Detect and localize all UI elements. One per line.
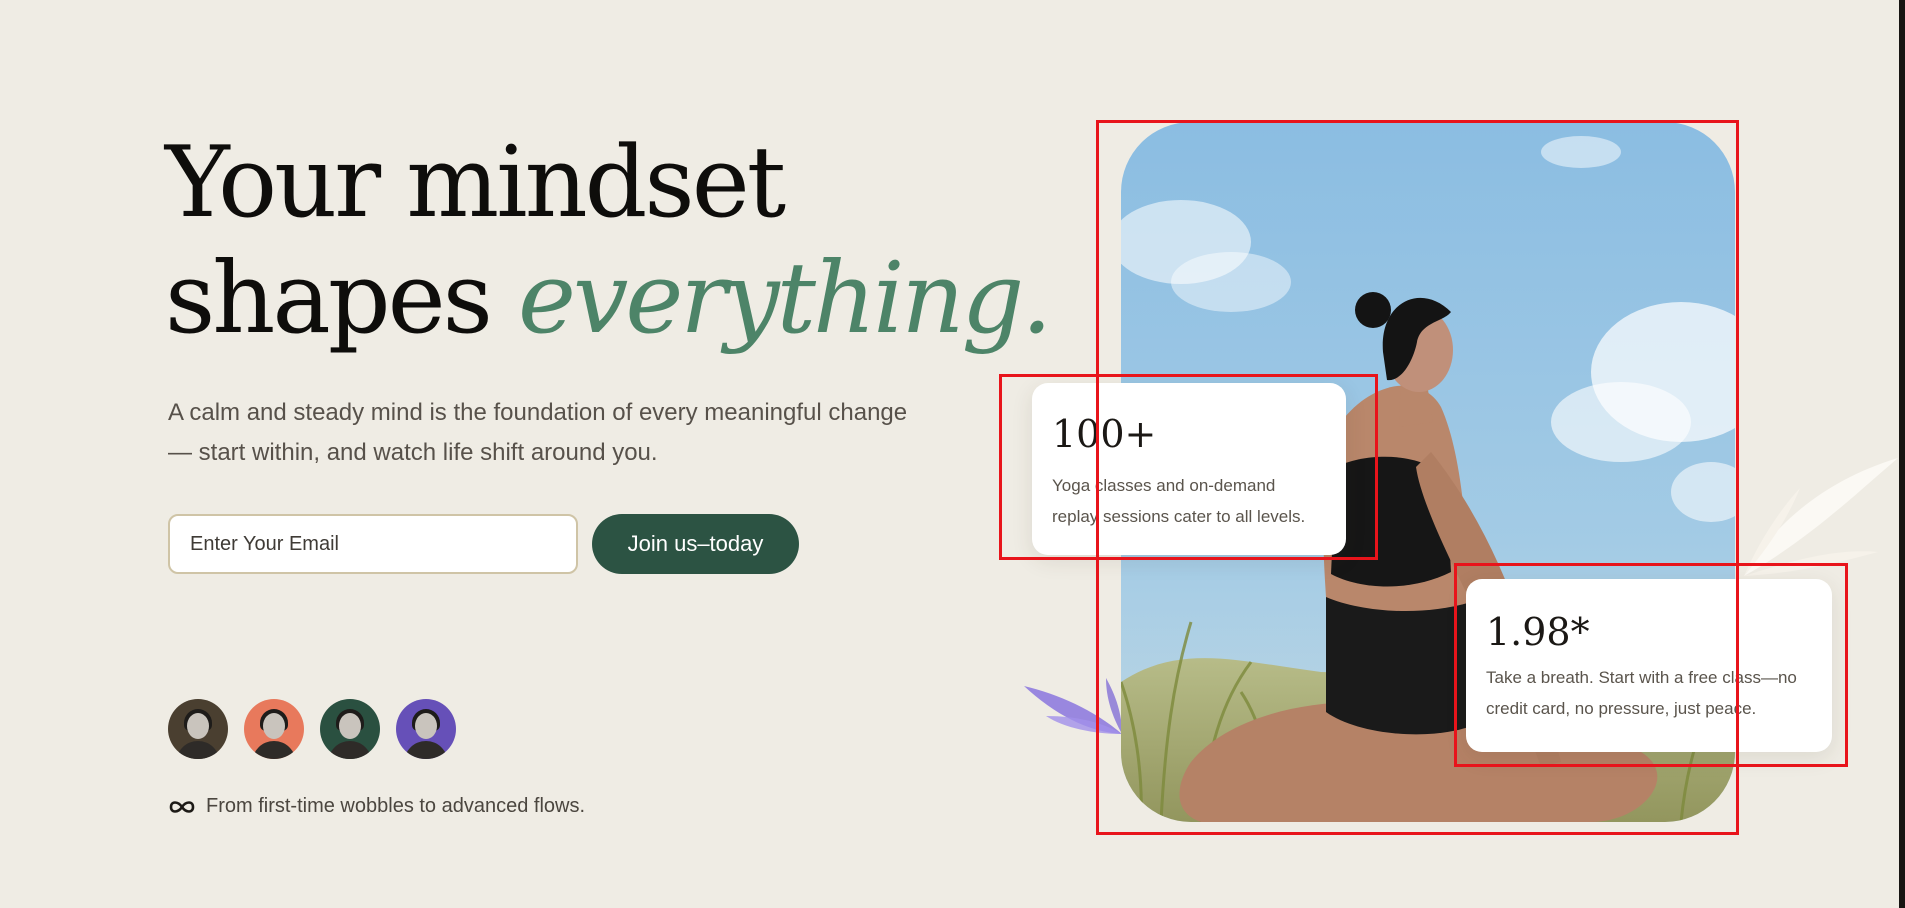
hero-title-plain-word: shapes	[165, 242, 493, 356]
avatar	[396, 699, 456, 759]
avatar	[244, 699, 304, 759]
avatar	[320, 699, 380, 759]
community-tagline: From first-time wobbles to advanced flow…	[206, 795, 586, 817]
stat-value: 1.98*	[1486, 610, 1590, 654]
join-button[interactable]: Join us–today	[592, 514, 799, 574]
white-leaf-decoration	[1744, 458, 1898, 576]
purple-leaf-decoration	[1024, 678, 1122, 734]
hero-title-line-1: Your mindset	[165, 126, 786, 240]
community-avatars	[168, 699, 456, 759]
hero-title-line-2: shapes everything.	[165, 241, 1052, 357]
hero-title: Your mindset shapes everything.	[165, 125, 1052, 357]
email-input[interactable]	[168, 514, 578, 574]
hero-subtitle: A calm and steady mind is the foundation…	[168, 399, 908, 466]
stat-description: Take a breath. Start with a free class—n…	[1486, 668, 1797, 718]
stat-card-classes: 100+ Yoga classes and on-demand replay s…	[1032, 383, 1346, 555]
avatar	[168, 699, 228, 759]
community-tagline-row: From first-time wobbles to advanced flow…	[168, 795, 585, 818]
hero-title-accent-word: everything.	[518, 242, 1052, 356]
stat-value: 100+	[1052, 412, 1157, 456]
infinity-icon	[168, 799, 196, 815]
stat-card-price: 1.98* Take a breath. Start with a free c…	[1466, 579, 1832, 752]
stat-description: Yoga classes and on-demand replay sessio…	[1052, 476, 1306, 526]
